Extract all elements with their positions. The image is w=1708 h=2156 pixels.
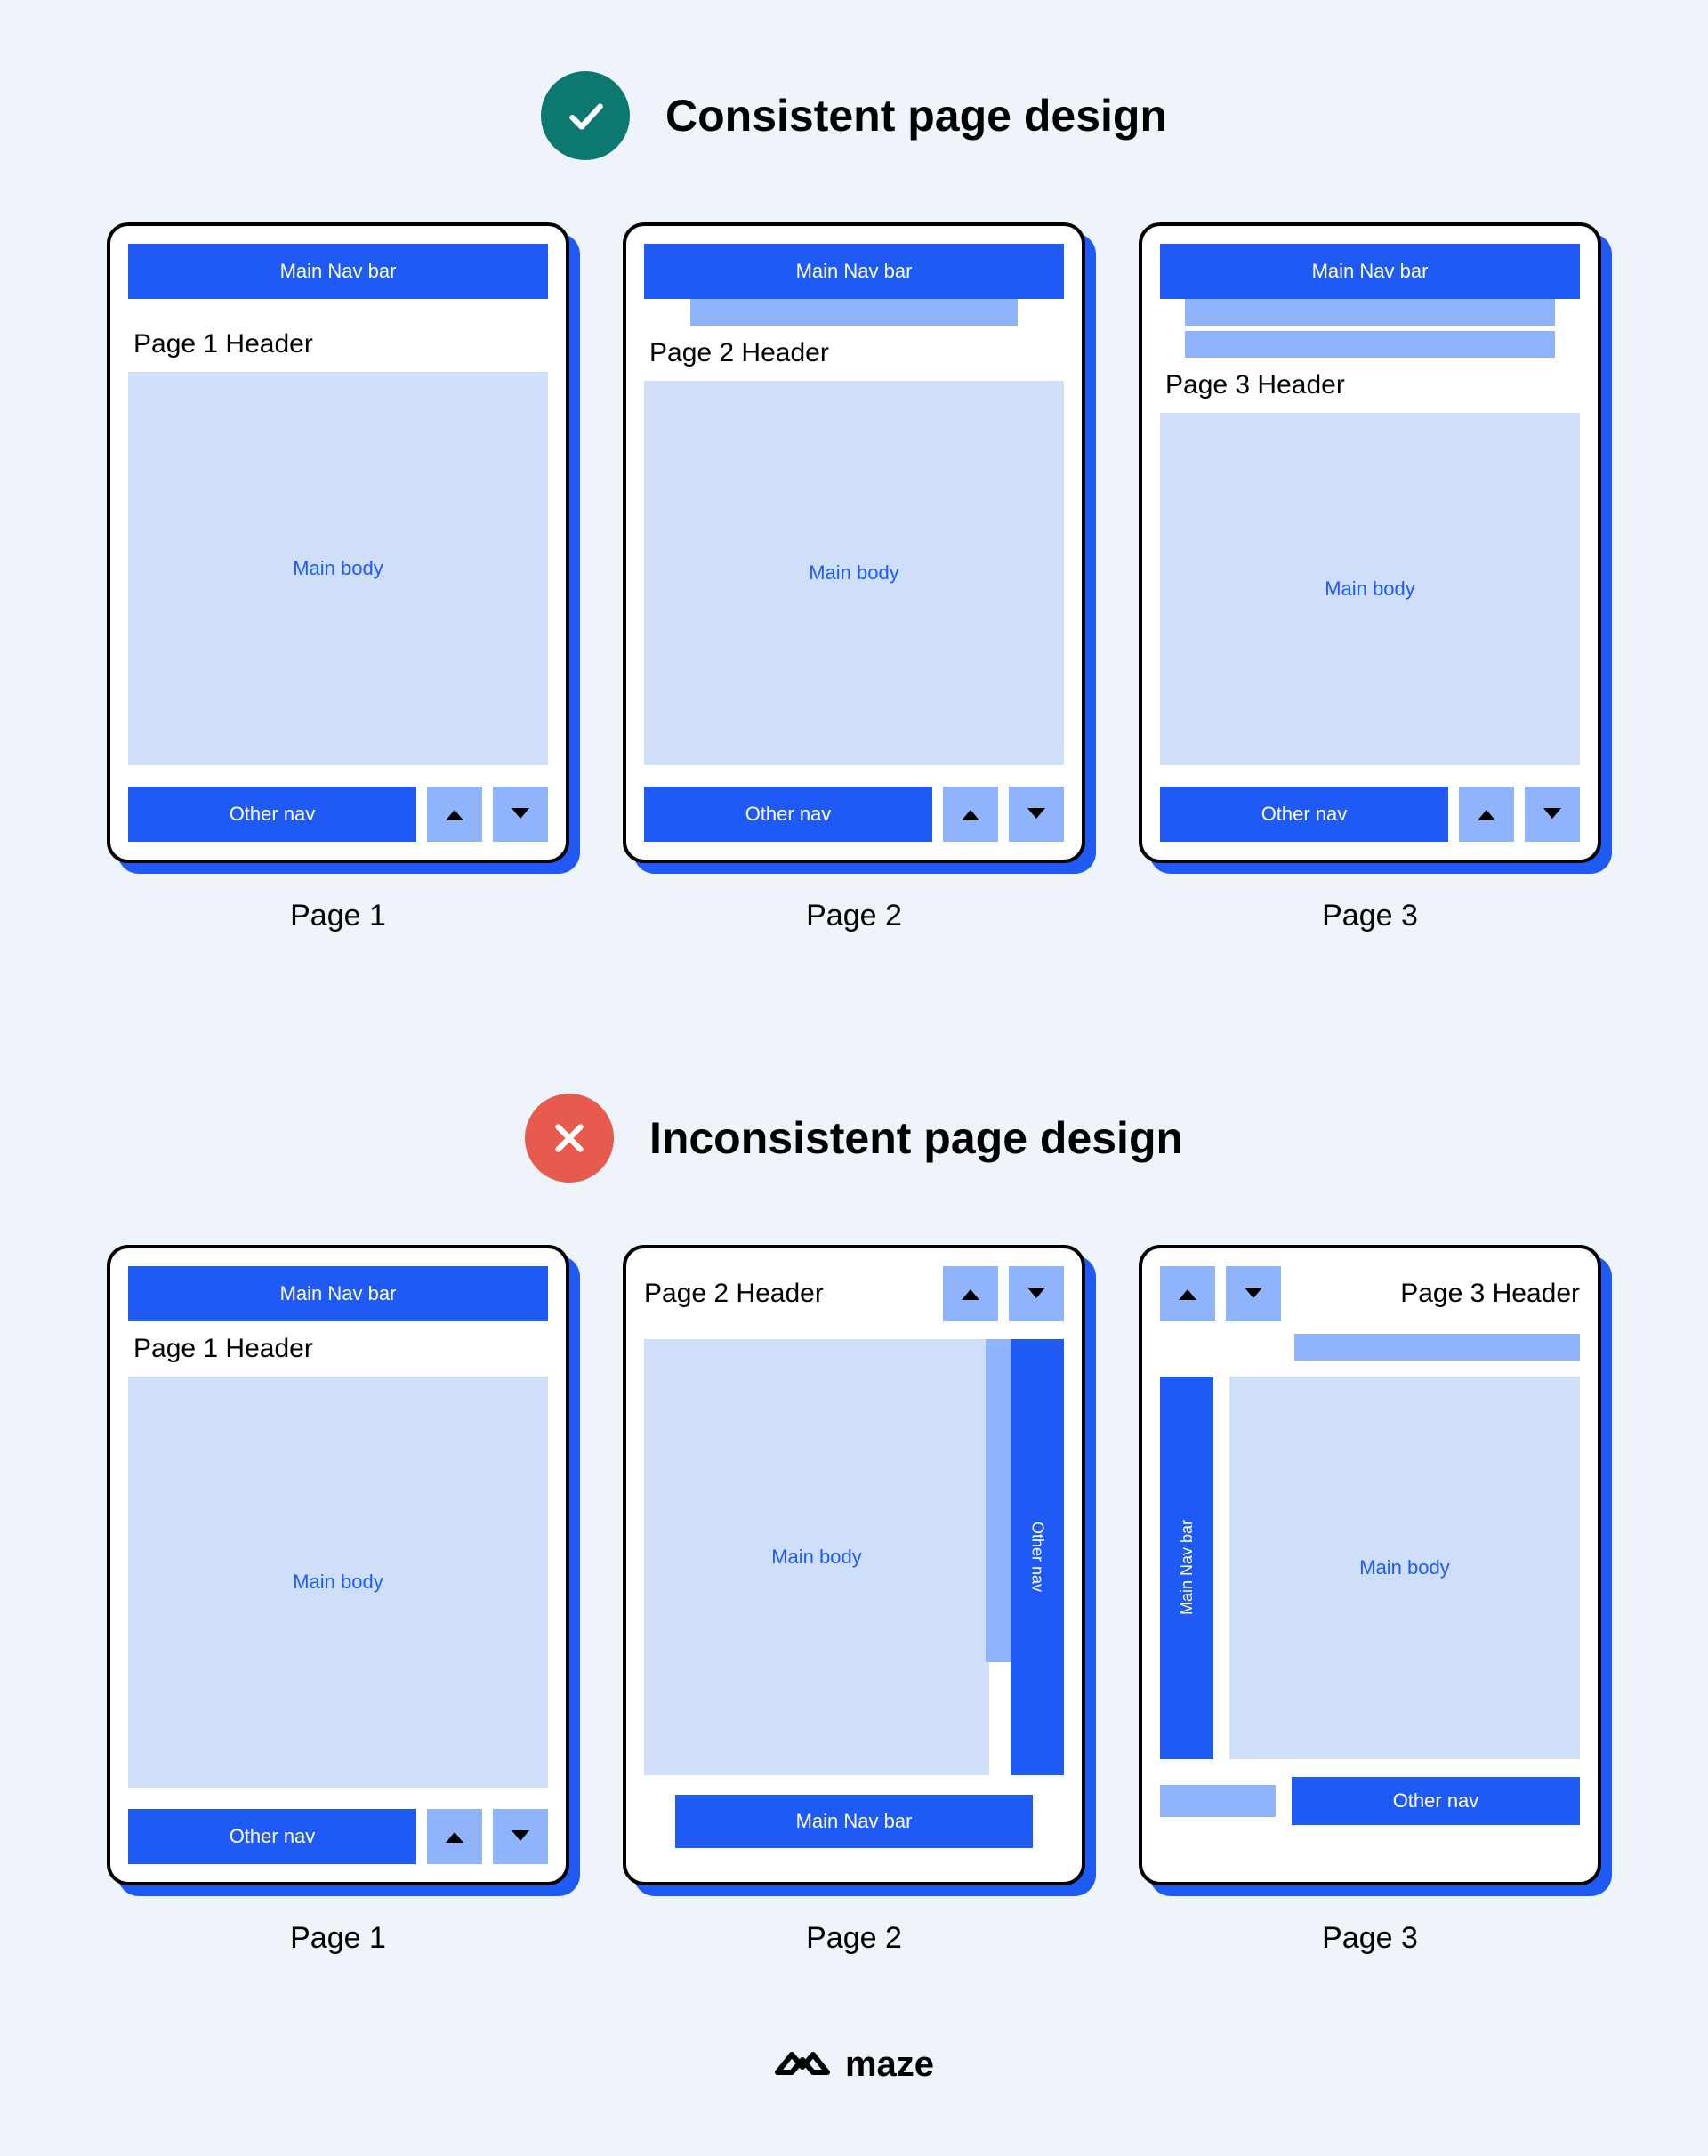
page-label: Page 2 bbox=[806, 1921, 902, 1956]
consistent-page-3: Main Nav bar Page 3 Header Main body Oth… bbox=[1139, 222, 1601, 933]
mockup-frame: Page 2 Header Main body Other nav Main N… bbox=[623, 1245, 1085, 1885]
page-header: Page 3 Header bbox=[1160, 358, 1580, 413]
consistent-row: Main Nav bar Page 1 Header Main body Oth… bbox=[89, 222, 1619, 933]
inconsistent-title: Inconsistent page design bbox=[649, 1112, 1183, 1164]
inconsistent-page-3: Page 3 Header Main Nav bar Main body Oth… bbox=[1139, 1245, 1601, 1956]
main-body: Main body bbox=[644, 381, 1064, 765]
arrow-up-button[interactable] bbox=[943, 1266, 998, 1321]
consistent-page-1: Main Nav bar Page 1 Header Main body Oth… bbox=[107, 222, 569, 933]
inconsistent-title-row: Inconsistent page design bbox=[89, 1094, 1619, 1183]
page-header: Page 2 Header bbox=[644, 1279, 824, 1309]
arrow-down-button[interactable] bbox=[493, 787, 548, 842]
page-label: Page 3 bbox=[1322, 899, 1418, 933]
arrow-down-button[interactable] bbox=[1009, 787, 1064, 842]
main-body: Main body bbox=[1160, 413, 1580, 765]
arrow-up-button[interactable] bbox=[943, 787, 998, 842]
arrow-down-button[interactable] bbox=[1525, 787, 1580, 842]
arrow-up-button[interactable] bbox=[427, 1809, 482, 1864]
mockup-frame: Main Nav bar Page 1 Header Main body Oth… bbox=[107, 1245, 569, 1885]
mockup-frame: Main Nav bar Page 2 Header Main body Oth… bbox=[623, 222, 1085, 863]
consistent-title-row: Consistent page design bbox=[89, 71, 1619, 160]
arrow-up-button[interactable] bbox=[1459, 787, 1514, 842]
main-nav-side[interactable]: Main Nav bar bbox=[1160, 1377, 1213, 1759]
other-nav-side[interactable]: Other nav bbox=[1011, 1339, 1064, 1775]
main-nav-bar[interactable]: Main Nav bar bbox=[644, 244, 1064, 299]
sub-nav[interactable] bbox=[1185, 299, 1554, 326]
main-body: Main body bbox=[1229, 1377, 1580, 1759]
page-label: Page 1 bbox=[290, 899, 386, 933]
maze-icon bbox=[774, 2046, 831, 2085]
page-header: Page 2 Header bbox=[644, 326, 1064, 381]
accent-chip bbox=[1160, 1785, 1276, 1817]
mockup-frame: Main Nav bar Page 1 Header Main body Oth… bbox=[107, 222, 569, 863]
main-body: Main body bbox=[128, 372, 548, 765]
arrow-up-button[interactable] bbox=[427, 787, 482, 842]
consistent-title: Consistent page design bbox=[665, 90, 1167, 141]
main-nav-bar[interactable]: Main Nav bar bbox=[128, 1266, 548, 1321]
other-nav[interactable]: Other nav bbox=[128, 1809, 416, 1864]
page-header: Page 1 Header bbox=[128, 317, 548, 372]
sub-nav[interactable] bbox=[1294, 1334, 1580, 1361]
mockup-frame: Page 3 Header Main Nav bar Main body Oth… bbox=[1139, 1245, 1601, 1885]
consistent-page-2: Main Nav bar Page 2 Header Main body Oth… bbox=[623, 222, 1085, 933]
page-label: Page 1 bbox=[290, 1921, 386, 1956]
mockup-frame: Main Nav bar Page 3 Header Main body Oth… bbox=[1139, 222, 1601, 863]
check-icon bbox=[541, 71, 630, 160]
main-nav-bar[interactable]: Main Nav bar bbox=[675, 1795, 1032, 1848]
sub-nav[interactable] bbox=[690, 299, 1018, 326]
inconsistent-page-2: Page 2 Header Main body Other nav Main N… bbox=[623, 1245, 1085, 1956]
page-header: Page 1 Header bbox=[128, 1321, 548, 1377]
page-header: Page 3 Header bbox=[1400, 1279, 1580, 1309]
brand-logo: maze bbox=[89, 2045, 1619, 2085]
cross-icon bbox=[525, 1094, 614, 1183]
arrow-down-button[interactable] bbox=[1226, 1266, 1281, 1321]
other-nav[interactable]: Other nav bbox=[644, 787, 932, 842]
brand-name: maze bbox=[845, 2045, 934, 2085]
other-nav[interactable]: Other nav bbox=[128, 787, 416, 842]
other-nav[interactable]: Other nav bbox=[1160, 787, 1448, 842]
inconsistent-page-1: Main Nav bar Page 1 Header Main body Oth… bbox=[107, 1245, 569, 1956]
main-nav-bar[interactable]: Main Nav bar bbox=[128, 244, 548, 299]
main-body: Main body bbox=[644, 1339, 989, 1775]
arrow-down-button[interactable] bbox=[1009, 1266, 1064, 1321]
page-label: Page 3 bbox=[1322, 1921, 1418, 1956]
other-nav[interactable]: Other nav bbox=[1292, 1777, 1580, 1825]
arrow-up-button[interactable] bbox=[1160, 1266, 1215, 1321]
main-nav-bar[interactable]: Main Nav bar bbox=[1160, 244, 1580, 299]
main-body: Main body bbox=[128, 1377, 548, 1788]
inconsistent-row: Main Nav bar Page 1 Header Main body Oth… bbox=[89, 1245, 1619, 1956]
sub-nav[interactable] bbox=[1185, 331, 1554, 358]
page-label: Page 2 bbox=[806, 899, 902, 933]
arrow-down-button[interactable] bbox=[493, 1809, 548, 1864]
